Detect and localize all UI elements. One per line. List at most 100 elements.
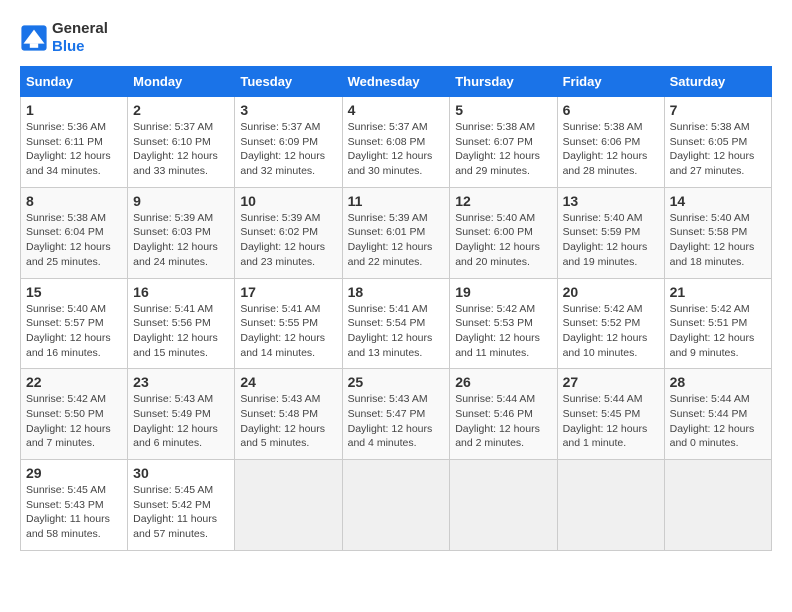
daylight-label: Daylight: 12 hours and 15 minutes.	[133, 332, 218, 359]
daylight-label: Daylight: 12 hours and 34 minutes.	[26, 150, 111, 177]
day-number: 16	[133, 284, 229, 300]
sunrise-label: Sunrise: 5:45 AM	[133, 484, 213, 496]
day-info: Sunrise: 5:42 AM Sunset: 5:53 PM Dayligh…	[455, 302, 551, 361]
day-info: Sunrise: 5:37 AM Sunset: 6:09 PM Dayligh…	[240, 120, 336, 179]
day-number: 24	[240, 374, 336, 390]
day-number: 14	[670, 193, 766, 209]
sunrise-label: Sunrise: 5:41 AM	[133, 303, 213, 315]
day-cell	[664, 460, 771, 551]
day-cell: 29 Sunrise: 5:45 AM Sunset: 5:43 PM Dayl…	[21, 460, 128, 551]
daylight-label: Daylight: 12 hours and 4 minutes.	[348, 423, 433, 450]
day-info: Sunrise: 5:38 AM Sunset: 6:05 PM Dayligh…	[670, 120, 766, 179]
daylight-label: Daylight: 12 hours and 23 minutes.	[240, 241, 325, 268]
sunrise-label: Sunrise: 5:37 AM	[348, 121, 428, 133]
day-number: 22	[26, 374, 122, 390]
day-cell: 23 Sunrise: 5:43 AM Sunset: 5:49 PM Dayl…	[128, 369, 235, 460]
sunset-label: Sunset: 6:00 PM	[455, 226, 533, 238]
day-cell: 8 Sunrise: 5:38 AM Sunset: 6:04 PM Dayli…	[21, 187, 128, 278]
daylight-label: Daylight: 12 hours and 6 minutes.	[133, 423, 218, 450]
daylight-label: Daylight: 11 hours and 58 minutes.	[26, 513, 110, 540]
sunset-label: Sunset: 5:47 PM	[348, 408, 426, 420]
daylight-label: Daylight: 12 hours and 10 minutes.	[563, 332, 648, 359]
day-number: 18	[348, 284, 445, 300]
day-cell: 15 Sunrise: 5:40 AM Sunset: 5:57 PM Dayl…	[21, 278, 128, 369]
day-cell: 2 Sunrise: 5:37 AM Sunset: 6:10 PM Dayli…	[128, 97, 235, 188]
sunrise-label: Sunrise: 5:43 AM	[240, 393, 320, 405]
daylight-label: Daylight: 12 hours and 18 minutes.	[670, 241, 755, 268]
day-info: Sunrise: 5:39 AM Sunset: 6:03 PM Dayligh…	[133, 211, 229, 270]
day-info: Sunrise: 5:39 AM Sunset: 6:02 PM Dayligh…	[240, 211, 336, 270]
day-cell: 7 Sunrise: 5:38 AM Sunset: 6:05 PM Dayli…	[664, 97, 771, 188]
daylight-label: Daylight: 12 hours and 33 minutes.	[133, 150, 218, 177]
sunrise-label: Sunrise: 5:41 AM	[348, 303, 428, 315]
sunrise-label: Sunrise: 5:40 AM	[455, 212, 535, 224]
sunset-label: Sunset: 5:53 PM	[455, 317, 533, 329]
day-cell: 10 Sunrise: 5:39 AM Sunset: 6:02 PM Dayl…	[235, 187, 342, 278]
sunset-label: Sunset: 5:45 PM	[563, 408, 641, 420]
day-cell: 21 Sunrise: 5:42 AM Sunset: 5:51 PM Dayl…	[664, 278, 771, 369]
day-number: 20	[563, 284, 659, 300]
daylight-label: Daylight: 12 hours and 13 minutes.	[348, 332, 433, 359]
calendar-table: SundayMondayTuesdayWednesdayThursdayFrid…	[20, 66, 772, 551]
sunset-label: Sunset: 6:07 PM	[455, 136, 533, 148]
day-number: 29	[26, 465, 122, 481]
sunset-label: Sunset: 5:49 PM	[133, 408, 211, 420]
sunset-label: Sunset: 6:01 PM	[348, 226, 426, 238]
sunrise-label: Sunrise: 5:37 AM	[240, 121, 320, 133]
header-cell-saturday: Saturday	[664, 67, 771, 97]
day-cell: 26 Sunrise: 5:44 AM Sunset: 5:46 PM Dayl…	[450, 369, 557, 460]
day-number: 2	[133, 102, 229, 118]
day-number: 8	[26, 193, 122, 209]
week-row-1: 1 Sunrise: 5:36 AM Sunset: 6:11 PM Dayli…	[21, 97, 772, 188]
daylight-label: Daylight: 12 hours and 5 minutes.	[240, 423, 325, 450]
day-cell: 14 Sunrise: 5:40 AM Sunset: 5:58 PM Dayl…	[664, 187, 771, 278]
daylight-label: Daylight: 12 hours and 19 minutes.	[563, 241, 648, 268]
day-cell: 28 Sunrise: 5:44 AM Sunset: 5:44 PM Dayl…	[664, 369, 771, 460]
week-row-4: 22 Sunrise: 5:42 AM Sunset: 5:50 PM Dayl…	[21, 369, 772, 460]
day-info: Sunrise: 5:40 AM Sunset: 5:57 PM Dayligh…	[26, 302, 122, 361]
day-number: 21	[670, 284, 766, 300]
daylight-label: Daylight: 12 hours and 32 minutes.	[240, 150, 325, 177]
sunrise-label: Sunrise: 5:40 AM	[563, 212, 643, 224]
header-cell-friday: Friday	[557, 67, 664, 97]
sunrise-label: Sunrise: 5:39 AM	[133, 212, 213, 224]
sunrise-label: Sunrise: 5:41 AM	[240, 303, 320, 315]
day-number: 1	[26, 102, 122, 118]
sunrise-label: Sunrise: 5:39 AM	[348, 212, 428, 224]
sunset-label: Sunset: 6:11 PM	[26, 136, 103, 148]
sunrise-label: Sunrise: 5:38 AM	[455, 121, 535, 133]
sunrise-label: Sunrise: 5:42 AM	[670, 303, 750, 315]
day-number: 10	[240, 193, 336, 209]
logo-icon	[20, 24, 48, 52]
day-number: 15	[26, 284, 122, 300]
header: General Blue	[20, 20, 772, 56]
sunset-label: Sunset: 6:10 PM	[133, 136, 211, 148]
sunrise-label: Sunrise: 5:45 AM	[26, 484, 106, 496]
day-number: 26	[455, 374, 551, 390]
sunset-label: Sunset: 5:43 PM	[26, 499, 104, 511]
day-cell: 6 Sunrise: 5:38 AM Sunset: 6:06 PM Dayli…	[557, 97, 664, 188]
sunrise-label: Sunrise: 5:44 AM	[670, 393, 750, 405]
day-info: Sunrise: 5:42 AM Sunset: 5:51 PM Dayligh…	[670, 302, 766, 361]
daylight-label: Daylight: 12 hours and 1 minute.	[563, 423, 648, 450]
day-cell: 11 Sunrise: 5:39 AM Sunset: 6:01 PM Dayl…	[342, 187, 450, 278]
daylight-label: Daylight: 12 hours and 2 minutes.	[455, 423, 540, 450]
week-row-2: 8 Sunrise: 5:38 AM Sunset: 6:04 PM Dayli…	[21, 187, 772, 278]
day-cell: 17 Sunrise: 5:41 AM Sunset: 5:55 PM Dayl…	[235, 278, 342, 369]
sunset-label: Sunset: 5:52 PM	[563, 317, 641, 329]
day-number: 12	[455, 193, 551, 209]
sunset-label: Sunset: 6:08 PM	[348, 136, 426, 148]
header-row: SundayMondayTuesdayWednesdayThursdayFrid…	[21, 67, 772, 97]
daylight-label: Daylight: 12 hours and 25 minutes.	[26, 241, 111, 268]
day-number: 30	[133, 465, 229, 481]
day-info: Sunrise: 5:43 AM Sunset: 5:47 PM Dayligh…	[348, 392, 445, 451]
day-cell: 30 Sunrise: 5:45 AM Sunset: 5:42 PM Dayl…	[128, 460, 235, 551]
sunset-label: Sunset: 5:50 PM	[26, 408, 104, 420]
day-number: 23	[133, 374, 229, 390]
day-cell: 24 Sunrise: 5:43 AM Sunset: 5:48 PM Dayl…	[235, 369, 342, 460]
sunrise-label: Sunrise: 5:39 AM	[240, 212, 320, 224]
sunset-label: Sunset: 5:56 PM	[133, 317, 211, 329]
sunset-label: Sunset: 6:02 PM	[240, 226, 318, 238]
day-cell	[342, 460, 450, 551]
day-cell: 3 Sunrise: 5:37 AM Sunset: 6:09 PM Dayli…	[235, 97, 342, 188]
